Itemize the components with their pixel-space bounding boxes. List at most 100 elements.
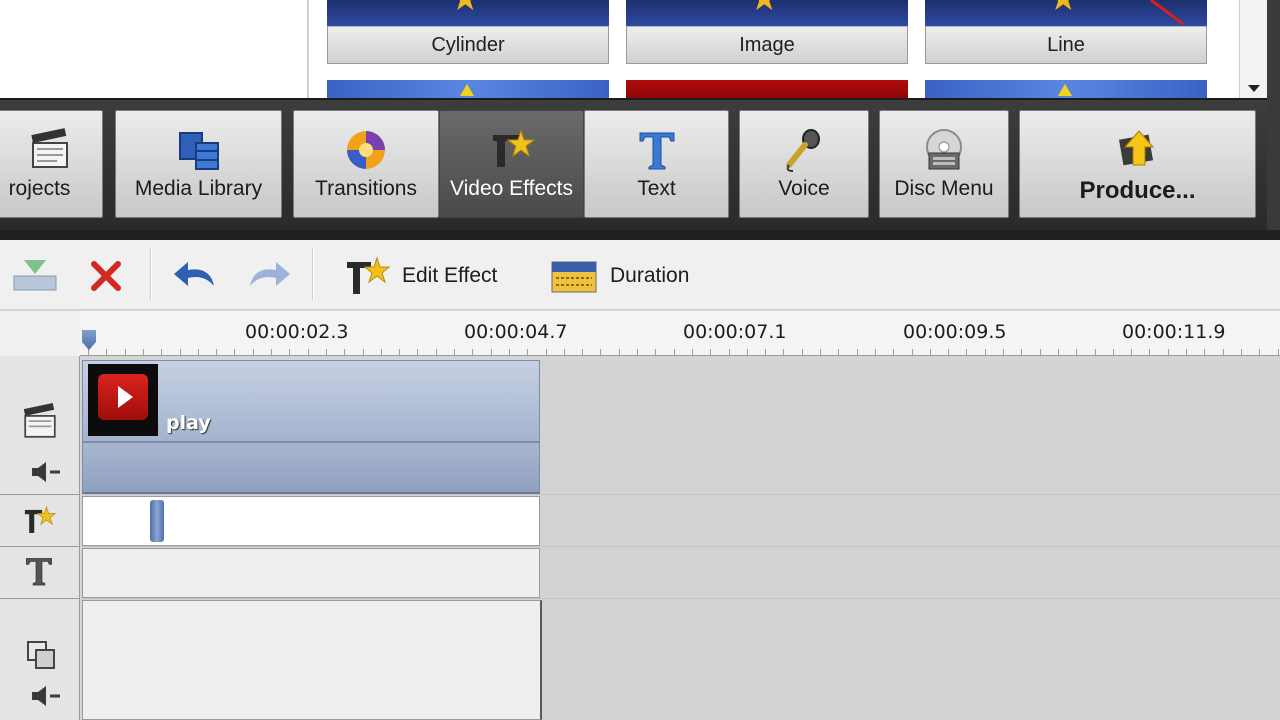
add-to-timeline-icon[interactable]: [10, 256, 60, 296]
redo-icon[interactable]: [244, 256, 294, 296]
ruler-label: 00:00:09.5: [903, 321, 1007, 343]
ruler-tick: [1259, 349, 1261, 355]
clip-name: play: [166, 412, 211, 434]
effect-thumbnail: [925, 80, 1207, 100]
ruler-tick: [893, 349, 895, 355]
transitions-label: Transitions: [315, 177, 417, 200]
produce-label: Produce...: [1079, 177, 1196, 204]
ruler-tick: [655, 349, 657, 355]
projects-button[interactable]: rojects: [0, 110, 103, 218]
disc-menu-button[interactable]: Disc Menu: [879, 110, 1009, 218]
voice-button[interactable]: Voice: [739, 110, 869, 218]
clip-thumbnail: [88, 364, 158, 436]
ruler-tick: [856, 349, 858, 355]
text-track-icon: [26, 558, 52, 586]
text-label: Text: [637, 177, 676, 200]
effect-tile-row2-1[interactable]: [327, 80, 609, 100]
ruler-tick: [142, 349, 144, 355]
ruler-tick: [728, 349, 730, 355]
ruler-tick: [1240, 349, 1242, 355]
overlay-speaker-mute-icon[interactable]: [30, 684, 62, 708]
toolbar-separator: [150, 248, 152, 300]
text-lane[interactable]: [82, 548, 540, 598]
ruler-tick: [1277, 349, 1279, 355]
ruler-tick: [454, 349, 455, 355]
ruler-tick: [765, 349, 767, 355]
media-library-button[interactable]: Media Library: [115, 110, 282, 218]
video-effects-button[interactable]: Video Effects: [439, 110, 584, 218]
ruler-tick: [600, 349, 602, 355]
ruler-tick: [838, 349, 840, 355]
triangle-icon: [1058, 84, 1072, 96]
star-icon: ★: [1048, 0, 1078, 16]
effect-tile-row2-2[interactable]: [626, 80, 908, 100]
ruler-tick: [911, 349, 913, 355]
effect-caption: Line: [925, 26, 1207, 64]
transitions-button[interactable]: Transitions: [293, 110, 439, 218]
track-headers: [0, 356, 80, 720]
ruler-tick: [820, 349, 821, 355]
ruler-tick: [362, 349, 364, 355]
ruler-tick: [252, 349, 254, 355]
effect-tile-cylinder[interactable]: ★ Cylinder: [327, 0, 609, 66]
duration-icon[interactable]: [550, 256, 598, 296]
ruler-tick: [1149, 349, 1151, 355]
ruler-tick: [966, 349, 968, 355]
scroll-down-icon[interactable]: [1248, 85, 1260, 92]
ruler-tick: [344, 349, 346, 355]
ruler-tick: [325, 349, 327, 355]
gallery-scrollbar[interactable]: [1239, 0, 1267, 100]
ruler-tick: [1167, 349, 1169, 355]
star-icon: ★: [450, 0, 480, 16]
ruler-tick: [637, 349, 638, 355]
ruler-tick: [179, 349, 181, 355]
ruler-tick: [106, 349, 108, 355]
ruler-tick: [161, 349, 163, 355]
effect-thumbnail: ★: [327, 0, 609, 26]
play-icon: [118, 386, 133, 408]
ruler-tick: [1021, 349, 1023, 355]
effect-tile-line[interactable]: ★ Line: [925, 0, 1207, 66]
text-button[interactable]: Text: [584, 110, 729, 218]
ruler-corner: [0, 311, 80, 356]
produce-button[interactable]: Produce...: [1019, 110, 1256, 218]
ruler-label: 00:00:04.7: [464, 321, 568, 343]
overlay-lane[interactable]: [82, 600, 542, 720]
ruler-tick: [1222, 349, 1224, 355]
effect-thumbnail: [327, 80, 609, 100]
ruler-tick: [1186, 349, 1187, 355]
undo-icon[interactable]: [170, 256, 220, 296]
track-divider: [81, 494, 1280, 495]
effect-caption: Cylinder: [327, 26, 609, 64]
ruler-tick: [710, 349, 712, 355]
audio-clip[interactable]: [82, 442, 540, 494]
effect-tile-row2-3[interactable]: [925, 80, 1207, 100]
ruler-tick: [490, 349, 492, 355]
overlay-track-icon: [27, 641, 55, 669]
video-effects-icon: [492, 129, 535, 167]
effect-tile-image[interactable]: ★ Image: [626, 0, 908, 66]
effects-track-icon: [24, 505, 57, 533]
track-header-divider: [0, 546, 80, 547]
edit-effect-button[interactable]: Edit Effect: [402, 264, 497, 288]
app-window: ★ Cylinder ★ Image ★ Line: [0, 0, 1280, 720]
window-edge: [1267, 0, 1280, 240]
timeline-ruler[interactable]: 00:00:02.3 00:00:04.7 00:00:07.1 00:00:0…: [80, 311, 1280, 356]
effects-gallery: ★ Cylinder ★ Image ★ Line: [309, 0, 1239, 100]
ruler-tick: [563, 349, 565, 355]
media-library-icon: [178, 132, 219, 170]
effect-marker[interactable]: [150, 500, 164, 542]
ruler-tick: [801, 349, 803, 355]
star-icon: ★: [749, 0, 779, 16]
edit-effect-icon[interactable]: [343, 256, 393, 296]
ruler-tick: [1057, 349, 1059, 355]
video-effects-label: Video Effects: [450, 177, 573, 200]
ruler-tick: [380, 349, 382, 355]
delete-icon[interactable]: [88, 256, 124, 296]
voice-label: Voice: [778, 177, 830, 200]
ruler-tick: [307, 349, 309, 355]
speaker-mute-icon[interactable]: [30, 460, 62, 484]
duration-button[interactable]: Duration: [610, 264, 689, 288]
triangle-icon: [460, 84, 474, 96]
edit-toolbar: Edit Effect Duration: [0, 240, 1280, 310]
